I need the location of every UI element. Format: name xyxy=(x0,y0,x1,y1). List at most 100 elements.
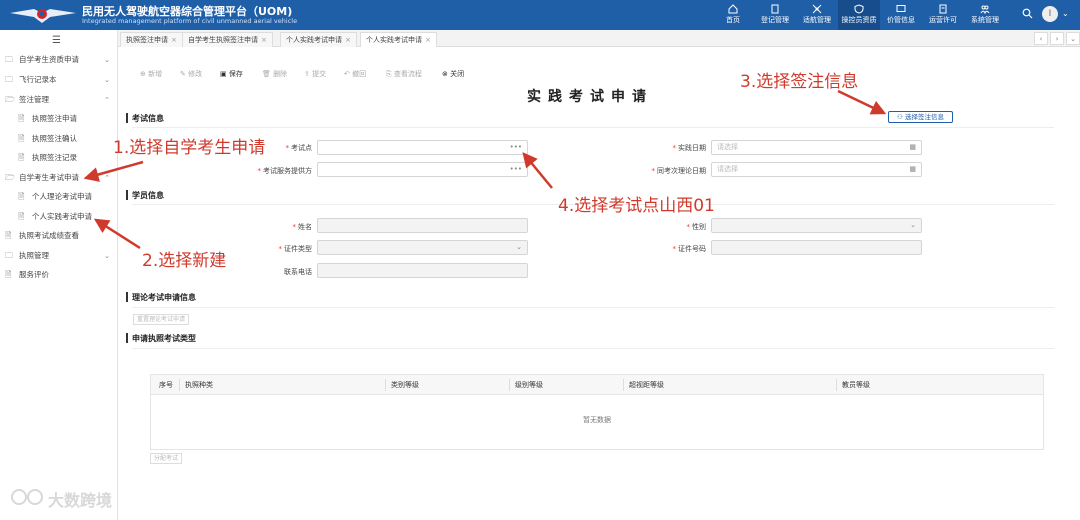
app-subtitle: Integrated management platform of civil … xyxy=(82,17,298,25)
practice-date-input[interactable]: 请选择 ▦ xyxy=(711,140,922,155)
nav-system-admin-label: 系统管理 xyxy=(971,16,999,24)
sidebar-item-self-study-qualification[interactable]: 🗀 自学考生资质申请 ⌄ xyxy=(0,51,118,69)
sidebar-item-self-study-exam[interactable]: 🗁 自学考生考试申请 ⌃ xyxy=(0,169,118,187)
arrow-step3 xyxy=(837,89,887,115)
sidebar-item-endorsement-confirm[interactable]: 🗎 执照签注确认 xyxy=(0,130,118,148)
divider xyxy=(132,127,1054,128)
chevron-down-icon: ⌄ xyxy=(910,221,916,229)
license-icon xyxy=(939,4,947,14)
toolbar-save-button[interactable]: ▣ 保存 xyxy=(220,68,243,80)
sidebar: ☰ 🗀 自学考生资质申请 ⌄ 🗀 飞行记录本 ⌄ 🗁 签注管理 ⌃ 🗎 执照签注… xyxy=(0,30,118,520)
nav-airworthiness[interactable]: 适航管理 xyxy=(796,0,838,30)
assign-exam-button[interactable]: 分配考试 xyxy=(150,453,183,464)
tab-prev-icon[interactable]: ‹ xyxy=(1034,32,1048,45)
col-instructor-level: 教员等级 xyxy=(842,381,870,389)
nav-operation-license-label: 运营许可 xyxy=(929,16,957,24)
nav-pilot-qualification-label: 操控员资质 xyxy=(841,16,877,24)
sidebar-item-flight-logbook[interactable]: 🗀 飞行记录本 ⌄ xyxy=(0,71,118,89)
close-icon[interactable]: × xyxy=(425,36,431,44)
top-header: 民用无人驾驶航空器综合管理平台（UOM) Integrated manageme… xyxy=(0,0,1080,30)
more-icon[interactable]: ••• xyxy=(510,141,522,154)
col-class-level: 级别等级 xyxy=(515,381,543,389)
sidebar-item-service-rating[interactable]: 🗎 服务评价 xyxy=(0,266,118,284)
nav-price-info[interactable]: 价管信息 xyxy=(880,0,922,30)
toolbar-delete-button[interactable]: 🗑 删除 xyxy=(262,68,287,80)
submit-icon: ⇪ xyxy=(304,70,313,78)
tab-endorsement-apply[interactable]: 执照签注申请 × xyxy=(120,32,183,47)
id-type-label: * 证件类型 xyxy=(278,245,313,253)
toolbar-view-flow-button[interactable]: ⎘ 查看流程 xyxy=(386,68,422,80)
close-circle-icon: ⊗ xyxy=(442,70,451,78)
watermark-logo-icon xyxy=(11,489,43,505)
col-divider xyxy=(623,379,624,391)
col-divider xyxy=(836,379,837,391)
nav-airworthiness-label: 适航管理 xyxy=(803,16,831,24)
sidebar-item-exam-results[interactable]: 🗎 执照考试成绩查看 xyxy=(0,227,118,245)
sidebar-item-practice-exam-apply[interactable]: 🗎 个人实践考试申请 xyxy=(0,208,118,226)
gender-label: * 性别 xyxy=(686,223,707,231)
close-icon[interactable]: × xyxy=(171,36,177,44)
user-avatar[interactable]: I xyxy=(1042,6,1058,22)
sidebar-item-endorsement-apply[interactable]: 🗎 执照签注申请 xyxy=(0,110,118,128)
tab-self-study-endorsement[interactable]: 自学考生执照签注申请 × xyxy=(182,32,273,47)
provider-input[interactable]: ••• xyxy=(317,162,528,177)
caac-logo-icon xyxy=(10,9,76,23)
close-icon[interactable]: × xyxy=(345,36,351,44)
toolbar-edit-button[interactable]: ✎ 修改 xyxy=(180,68,202,80)
sidebar-item-endorsement-record[interactable]: 🗎 执照签注记录 xyxy=(0,149,118,167)
tab-practice-exam-1[interactable]: 个人实践考试申请 × xyxy=(280,32,357,47)
monitor-icon xyxy=(896,5,906,12)
search-icon[interactable] xyxy=(1022,8,1033,19)
id-number-label: * 证件号码 xyxy=(672,245,707,253)
chevron-up-icon: ⌃ xyxy=(104,96,110,104)
col-category-level: 类别等级 xyxy=(391,381,419,389)
chevron-down-icon: ⌄ xyxy=(516,243,522,251)
save-icon: ▣ xyxy=(220,70,229,78)
theory-date-input[interactable]: 请选择 ▦ xyxy=(711,162,922,177)
id-type-select[interactable]: ⌄ xyxy=(317,240,528,255)
file-icon: 🗎 xyxy=(18,134,25,143)
calendar-icon[interactable]: ▦ xyxy=(909,141,916,154)
nav-home-label: 首页 xyxy=(726,16,740,24)
nav-operation-license[interactable]: 运营许可 xyxy=(922,0,964,30)
nav-pilot-qualification[interactable]: 操控员资质 xyxy=(838,0,880,30)
theory-date-label: * 同考次理论日期 xyxy=(651,167,707,175)
toolbar-add-button[interactable]: ⊕ 新增 xyxy=(140,68,162,80)
file-icon: 🗎 xyxy=(18,114,25,123)
chevron-down-icon: ⌄ xyxy=(104,252,110,260)
phone-label: 联系电话 xyxy=(284,268,312,276)
sidebar-item-endorsement-mgmt[interactable]: 🗁 签注管理 ⌃ xyxy=(0,91,118,109)
nav-registration[interactable]: 登记管理 xyxy=(754,0,796,30)
col-bvlos-level: 超视距等级 xyxy=(629,381,664,389)
nav-system-admin[interactable]: 系统管理 xyxy=(964,0,1006,30)
tab-next-icon[interactable]: › xyxy=(1050,32,1064,45)
toolbar-submit-button[interactable]: ⇪ 提交 xyxy=(304,68,326,80)
close-icon[interactable]: × xyxy=(261,36,267,44)
toolbar-close-button[interactable]: ⊗ 关闭 xyxy=(442,68,464,80)
nav-registration-label: 登记管理 xyxy=(761,16,789,24)
nav-home[interactable]: 首页 xyxy=(712,0,754,30)
theory-reset-button[interactable]: 重置理论考试申请 xyxy=(133,314,190,325)
select-endorsement-button[interactable]: ⚇ 选择签注信息 xyxy=(888,111,953,123)
page-title: 实践考试申请 xyxy=(527,89,653,105)
more-icon[interactable]: ••• xyxy=(510,163,522,176)
toolbar-withdraw-button[interactable]: ↶ 撤回 xyxy=(344,68,366,80)
folder-icon: 🗀 xyxy=(5,251,13,260)
tab-menu-icon[interactable]: ⌄ xyxy=(1066,32,1080,45)
folder-icon: 🗀 xyxy=(5,55,13,64)
gender-select[interactable]: ⌄ xyxy=(711,218,922,233)
name-input[interactable] xyxy=(317,218,528,233)
exam-point-input[interactable]: ••• xyxy=(317,140,528,155)
user-icon: ⚇ xyxy=(897,113,905,121)
calendar-icon[interactable]: ▦ xyxy=(909,163,916,176)
chevron-down-icon: ⌄ xyxy=(104,76,110,84)
tab-practice-exam-2[interactable]: 个人实践考试申请 × xyxy=(360,32,437,47)
menu-toggle-icon[interactable]: ☰ xyxy=(52,35,61,46)
sidebar-item-theory-exam-apply[interactable]: 🗎 个人理论考试申请 xyxy=(0,188,118,206)
id-number-input[interactable] xyxy=(711,240,922,255)
sidebar-item-license-mgmt[interactable]: 🗀 执照管理 ⌄ xyxy=(0,247,118,265)
phone-input[interactable] xyxy=(317,263,528,278)
home-icon xyxy=(728,4,738,14)
chevron-down-icon[interactable]: ⌄ xyxy=(1062,9,1069,18)
col-divider xyxy=(385,379,386,391)
